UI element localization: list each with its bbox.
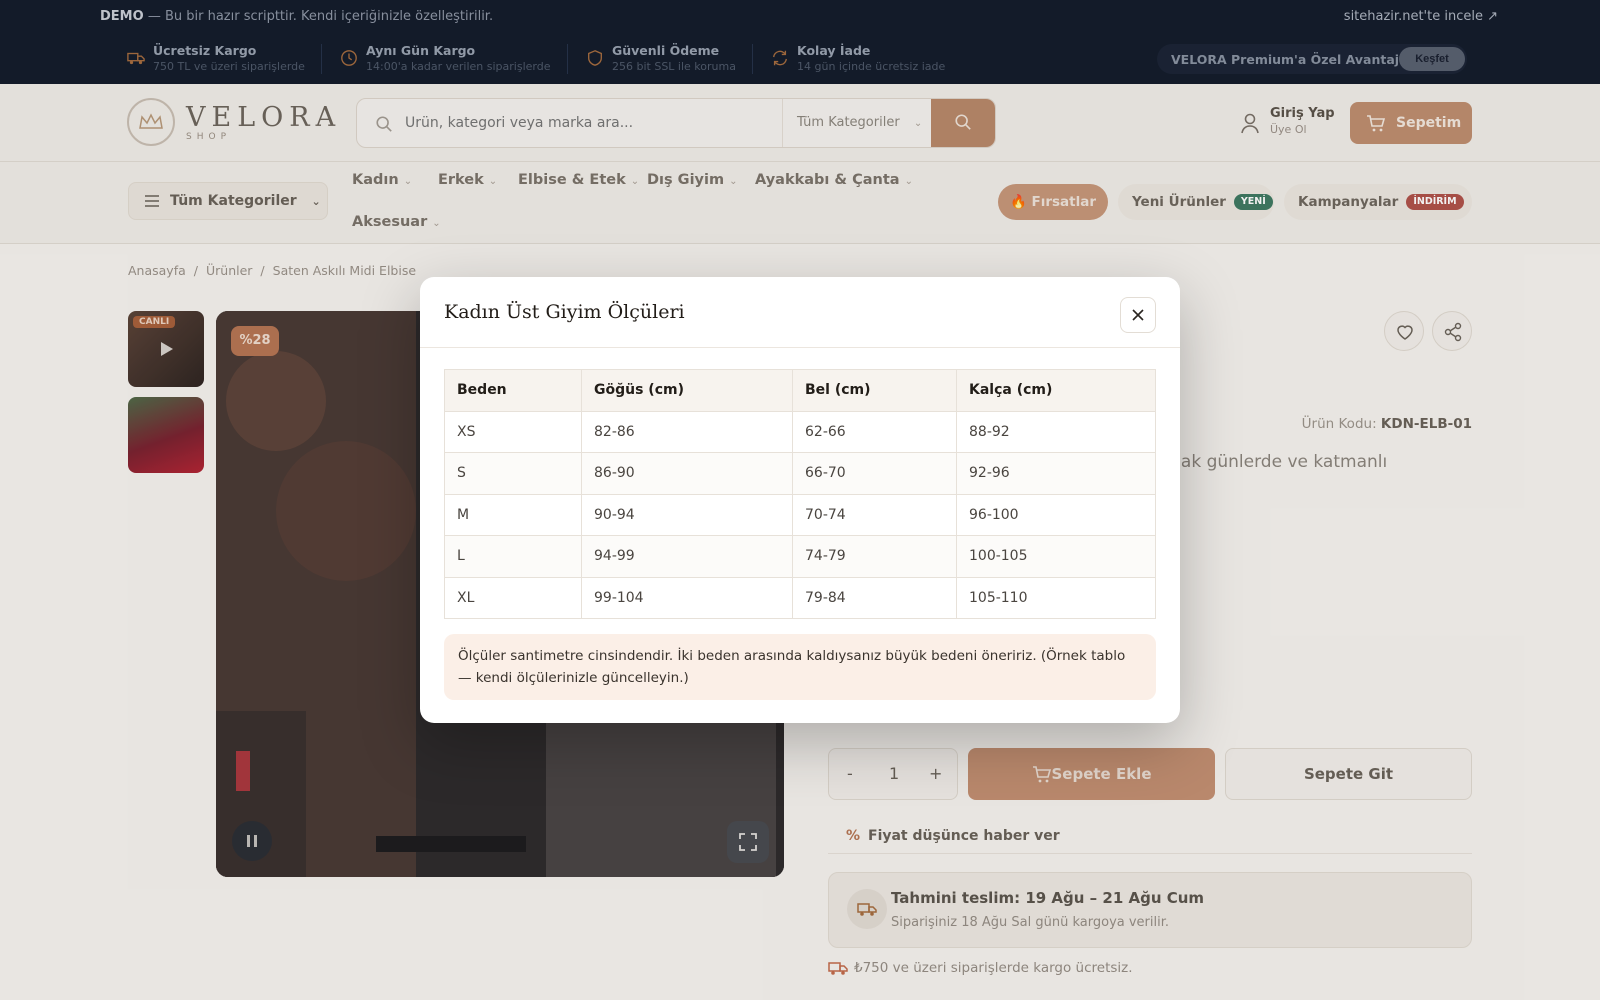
size-note: Ölçüler santimetre cinsindendir. İki bed… bbox=[444, 634, 1156, 700]
size-cell: XS bbox=[444, 410, 582, 453]
size-cell: XL bbox=[444, 576, 582, 619]
close-icon bbox=[1132, 309, 1144, 321]
size-cell: S bbox=[444, 452, 582, 495]
size-cell: L bbox=[444, 535, 582, 578]
column-header: Kalça (cm) bbox=[956, 369, 1156, 412]
column-header: Beden bbox=[444, 369, 582, 412]
close-button[interactable] bbox=[1120, 297, 1156, 333]
table-row: S 86-90 66-70 92-96 bbox=[444, 452, 1156, 495]
hip-cell: 105-110 bbox=[956, 576, 1156, 619]
hip-cell: 96-100 bbox=[956, 493, 1156, 536]
hip-cell: 92-96 bbox=[956, 452, 1156, 495]
table-row: XL 99-104 79-84 105-110 bbox=[444, 576, 1156, 619]
table-row: M 90-94 70-74 96-100 bbox=[444, 493, 1156, 536]
waist-cell: 66-70 bbox=[792, 452, 957, 495]
size-chart-modal: Kadın Üst Giyim Ölçüleri Beden Göğüs (cm… bbox=[420, 277, 1180, 723]
waist-cell: 62-66 bbox=[792, 410, 957, 453]
table-row: L 94-99 74-79 100-105 bbox=[444, 535, 1156, 578]
chest-cell: 82-86 bbox=[581, 410, 793, 453]
table-row: XS 82-86 62-66 88-92 bbox=[444, 410, 1156, 453]
chest-cell: 94-99 bbox=[581, 535, 793, 578]
modal-title: Kadın Üst Giyim Ölçüleri bbox=[444, 301, 685, 323]
column-header: Göğüs (cm) bbox=[581, 369, 793, 412]
waist-cell: 79-84 bbox=[792, 576, 957, 619]
chest-cell: 86-90 bbox=[581, 452, 793, 495]
column-header: Bel (cm) bbox=[792, 369, 957, 412]
hip-cell: 88-92 bbox=[956, 410, 1156, 453]
table-header-row: Beden Göğüs (cm) Bel (cm) Kalça (cm) bbox=[444, 369, 1156, 412]
size-cell: M bbox=[444, 493, 582, 536]
chest-cell: 90-94 bbox=[581, 493, 793, 536]
modal-header: Kadın Üst Giyim Ölçüleri bbox=[420, 277, 1180, 348]
waist-cell: 74-79 bbox=[792, 535, 957, 578]
chest-cell: 99-104 bbox=[581, 576, 793, 619]
waist-cell: 70-74 bbox=[792, 493, 957, 536]
size-table: Beden Göğüs (cm) Bel (cm) Kalça (cm) XS 8… bbox=[444, 369, 1156, 619]
hip-cell: 100-105 bbox=[956, 535, 1156, 578]
